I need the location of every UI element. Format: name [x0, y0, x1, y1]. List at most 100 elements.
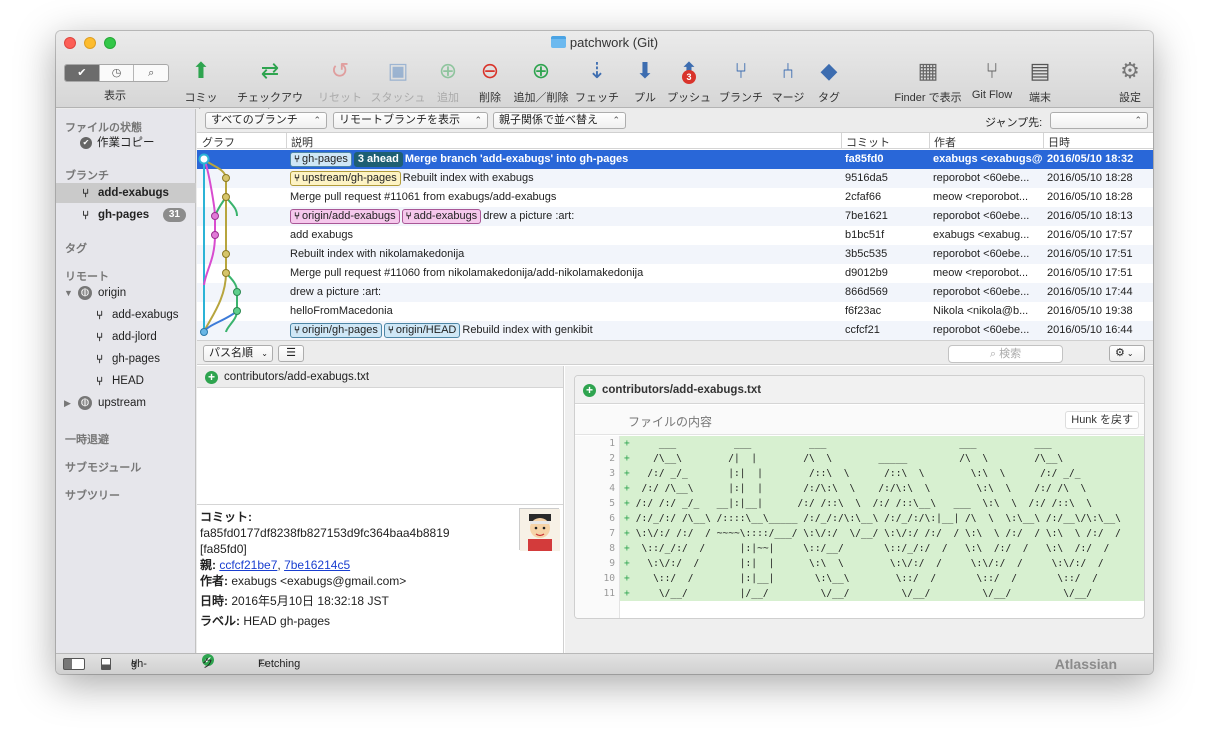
file-list-item[interactable]: + contributors/add-exabugs.txt: [197, 366, 563, 388]
sidebar-item-branch-add-exabugs[interactable]: ⑂ add-exabugs: [56, 183, 196, 203]
log-filter-bar: すべてのブランチ リモートブランチを表示 親子関係で並べ替え ジャンプ先:: [197, 109, 1153, 133]
branch-filter-dropdown[interactable]: すべてのブランチ: [205, 112, 327, 129]
commit-row[interactable]: ⑂ gh-pages 3 ahead Merge branch 'add-exabug…: [197, 150, 1153, 169]
search-view-button[interactable]: ⌕: [134, 65, 168, 81]
commit-row[interactable]: ⑂ origin/add-exabugs ⑂ add-exabugs drew a pi…: [197, 207, 1153, 226]
commit-message: drew a picture :art:: [290, 286, 382, 298]
tags-heading: タグ: [65, 243, 87, 255]
remote-branches-dropdown[interactable]: リモートブランチを表示: [333, 112, 488, 129]
disclosure-collapsed-icon[interactable]: ▶: [64, 393, 71, 413]
commit-description: Rebuilt index with nikolamakedonija: [290, 245, 464, 264]
sidebar-item-origin-gh-pages[interactable]: ⑂ gh-pages: [56, 349, 196, 369]
branch-icon: ⑂: [294, 325, 300, 336]
view-mode-segmented-control[interactable]: ✔ ◷ ⌕: [64, 64, 169, 82]
sidebar-item-remote-upstream[interactable]: ▶ ◍ upstream: [56, 393, 196, 413]
sidebar-item-remote-origin[interactable]: ▼ ◍ origin: [56, 283, 196, 303]
reset-button[interactable]: ↺ リセット: [318, 57, 362, 105]
push-button[interactable]: ⬆プッシュ 3: [666, 57, 712, 105]
commit-row[interactable]: helloFromMacedonia f6f23ac Nikola <nikola@…: [197, 302, 1153, 321]
added-line-content: + \::/_/:/ / |:|~~| \::/__/ \::/_/:/ / \…: [620, 541, 1144, 556]
hunk-header: ファイルの内容 Hunk を戻す: [575, 405, 1144, 435]
diff-line: 8 + \::/_/:/ / |:|~~| \::/__/ \::/_/:/ / …: [575, 541, 1144, 556]
line-number: 4: [575, 481, 619, 496]
bottom-panel-toggle-icon[interactable]: [101, 658, 111, 670]
settings-dropdown[interactable]: ⚙ ⌄: [1109, 345, 1145, 362]
column-description[interactable]: 説明: [291, 134, 313, 150]
column-graph[interactable]: グラフ: [202, 134, 235, 150]
fetch-button[interactable]: ⇣ フェッチ: [575, 57, 619, 105]
column-date[interactable]: 日時: [1048, 134, 1070, 150]
commit-row[interactable]: ⑂ upstream/gh-pages Rebuilt index with exa…: [197, 169, 1153, 188]
diff-line: 6 +/:/_/:/ /\__\ /::::\__\_____ /:/_/:/\:…: [575, 511, 1144, 526]
diff-line: 9 + \:\/:/ / |:| | \:\ \ \:\/:/ / \:\/:/ …: [575, 556, 1144, 571]
added-line-content: + \/__/ |/__/ \/__/ \/__/ \/__/ \/__/: [620, 586, 1144, 601]
sidebar-item-branch-gh-pages[interactable]: ⑂ gh-pages 31: [56, 205, 196, 225]
line-number-gutter-fill: [575, 601, 620, 618]
line-number: 3: [575, 466, 619, 481]
parent-link-1[interactable]: ccfcf21be7: [219, 558, 277, 572]
commit-label: コミット:: [200, 510, 252, 524]
sidebar-item-origin-head[interactable]: ⑂ HEAD: [56, 371, 196, 391]
sidebar-item-origin-add-exabugs[interactable]: ⑂ add-exabugs: [56, 305, 196, 325]
avatar: [519, 508, 560, 551]
chevron-down-icon: ⌄: [1126, 349, 1134, 358]
parent-link-2[interactable]: 7be16214c5: [284, 558, 350, 572]
commit-row[interactable]: add exabugs b1bc51f exabugs <exabug... 2016…: [197, 226, 1153, 245]
show-in-finder-button[interactable]: ▦ Finder で表示: [892, 57, 964, 105]
log-view-button[interactable]: ◷: [100, 65, 135, 81]
commit-date: 2016/05/10 17:57: [1047, 229, 1133, 241]
path-sort-dropdown[interactable]: パス名順 ⌄: [203, 345, 273, 362]
tag-button[interactable]: ◆ タグ: [816, 57, 842, 105]
main-pane: すべてのブランチ リモートブランチを表示 親子関係で並べ替え ジャンプ先: グラ…: [197, 109, 1153, 653]
column-commit[interactable]: コミット: [846, 134, 890, 150]
search-input[interactable]: ⌕ 検索: [948, 345, 1063, 363]
sidebar-item-working-copy[interactable]: ✔ 作業コピー: [56, 133, 196, 153]
commit-date: 2016/05/10 18:13: [1047, 210, 1133, 222]
commit-row[interactable]: Merge pull request #11060 from nikolamak…: [197, 264, 1153, 283]
remove-button[interactable]: ⊖ 削除: [476, 57, 504, 105]
commit-description: ⑂ origin/add-exabugs ⑂ add-exabugs drew a pi…: [290, 207, 574, 226]
check-circle-icon: ✔: [80, 137, 92, 149]
add-button[interactable]: ⊕ 追加: [434, 57, 462, 105]
commit-message: Merge branch 'add-exabugs' into gh-pages: [404, 153, 629, 165]
commit-row[interactable]: ⑂ origin/gh-pages ⑂ origin/HEAD Rebuild inde…: [197, 321, 1153, 340]
pull-button[interactable]: ⬇ プル: [632, 57, 658, 105]
commit-row[interactable]: Rebuilt index with nikolamakedonija 3b5c5…: [197, 245, 1153, 264]
commit-hash: 866d569: [845, 286, 888, 298]
commit-date: 2016/05/10 16:44: [1047, 324, 1133, 336]
branch-icon: ⑂: [294, 211, 300, 222]
commit-row[interactable]: Merge pull request #11061 from exabugs/a…: [197, 188, 1153, 207]
add-remove-button[interactable]: ⊕ 追加／削除: [512, 57, 570, 105]
sort-order-dropdown[interactable]: 親子関係で並べ替え: [493, 112, 626, 129]
commit-author: reporobot <60ebe...: [933, 248, 1030, 260]
sidebar-item-origin-add-jlord[interactable]: ⑂ add-jlord: [56, 327, 196, 347]
commit-row[interactable]: drew a picture :art: 866d569 reporobot <60…: [197, 283, 1153, 302]
branch-icon: ⑂: [734, 58, 748, 83]
branch-button[interactable]: ⑂ ブランチ: [718, 57, 764, 105]
date-value: 2016年5月10日 18:32:18 JST: [231, 594, 389, 608]
atlassian-logo: Atlassian: [1054, 656, 1117, 672]
checkout-icon: ⇄: [260, 58, 280, 83]
stash-button[interactable]: ▣ スタッシュ: [370, 57, 426, 105]
commit-hash: f6f23ac: [845, 305, 882, 317]
line-number: 5: [575, 496, 619, 511]
revert-hunk-button[interactable]: Hunk を戻す: [1065, 411, 1139, 429]
add-remove-icon: ⊕: [531, 58, 551, 83]
column-author[interactable]: 作者: [934, 134, 956, 150]
settings-button[interactable]: ⚙ 設定: [1116, 57, 1144, 105]
stash-icon: ▣: [387, 58, 409, 83]
diff-line: 5 +/:/ /:/ _/_ __|:|__| /:/ /::\ \ /:/ /:…: [575, 496, 1144, 511]
status-bar: ⑂gh-pages ✔クリーン ↻Fetching Atlassian: [56, 653, 1153, 674]
list-view-toggle[interactable]: ☰: [278, 345, 304, 362]
git-flow-button[interactable]: ⑂ Git Flow: [969, 57, 1015, 101]
line-number: 10: [575, 571, 619, 586]
commit-date: 2016/05/10 17:44: [1047, 286, 1133, 298]
merge-button[interactable]: ⑃ マージ: [770, 57, 806, 105]
branch-icon: ⑂: [387, 325, 394, 336]
disclosure-expanded-icon[interactable]: ▼: [64, 283, 73, 303]
file-status-view-button[interactable]: ✔: [65, 65, 100, 81]
terminal-button[interactable]: ▤ 端末: [1026, 57, 1054, 105]
sidebar-toggle-icon[interactable]: [63, 658, 85, 670]
jump-to-dropdown[interactable]: [1050, 112, 1148, 129]
added-file-icon: +: [583, 384, 596, 397]
